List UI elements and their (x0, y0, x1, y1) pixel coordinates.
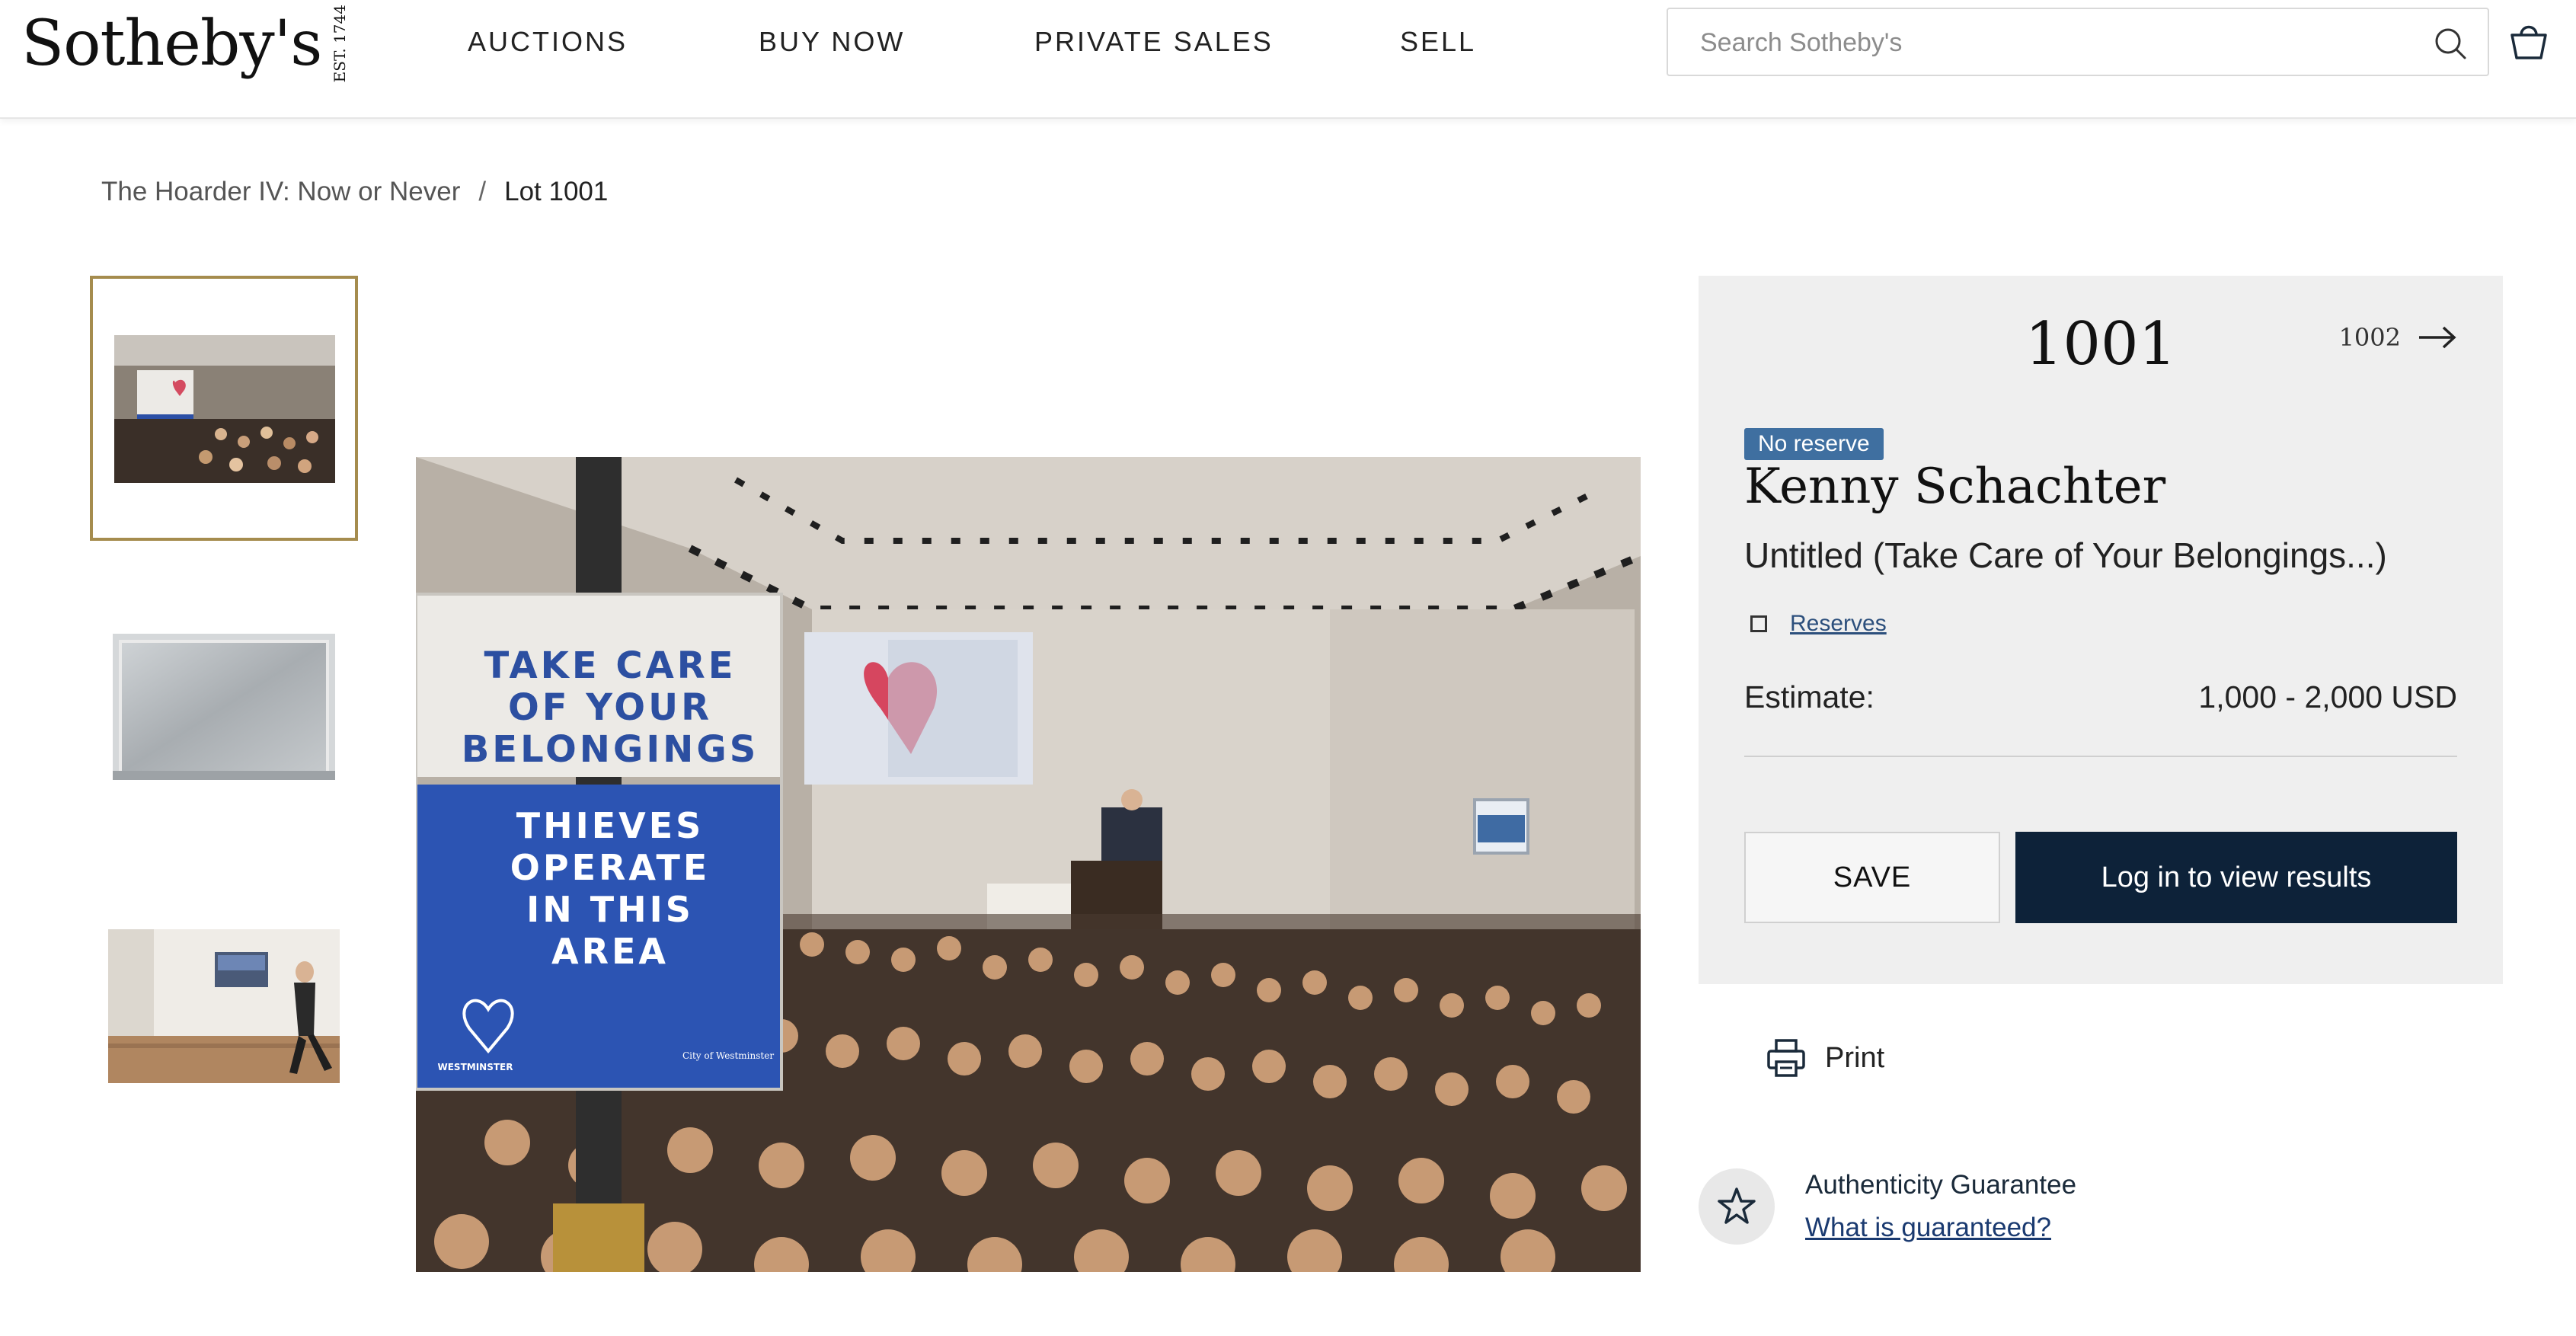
reserves-link[interactable]: Reserves (1790, 611, 1887, 637)
reserves-square-icon (1750, 615, 1767, 632)
print-button[interactable]: Print (1766, 1037, 1884, 1079)
lot-title: Untitled (Take Care of Your Belongings..… (1744, 535, 2387, 575)
logo-established: EST. 1744 (331, 4, 350, 83)
divider (1744, 756, 2457, 757)
search-box (1667, 8, 2489, 76)
login-to-view-results-button[interactable]: Log in to view results (2015, 832, 2457, 923)
authenticity-badge (1699, 1168, 1775, 1245)
printer-icon (1767, 1039, 1805, 1077)
search-input[interactable] (1699, 23, 2387, 62)
sothebys-logo[interactable]: Sotheby's EST. 1744 (21, 2, 350, 85)
search-icon[interactable] (2433, 26, 2468, 61)
next-lot-link[interactable]: 1002 (2339, 323, 2457, 352)
estimate-label: Estimate: (1744, 679, 1874, 714)
breadcrumb-separator: / (478, 177, 487, 206)
sign-line-6: IN THIS (526, 889, 694, 930)
thumbnail-auction-image (114, 335, 335, 483)
next-lot-number: 1002 (2338, 323, 2401, 352)
arrow-right-icon (2419, 326, 2456, 349)
estimate-value: 1,000 - 2,000 USD (2198, 679, 2457, 714)
thumbnail-2[interactable] (113, 634, 335, 780)
artist-name: Kenny Schachter (1744, 459, 2166, 515)
sign-line-3: BELONGINGS (462, 728, 759, 771)
breadcrumb-current: Lot 1001 (504, 177, 609, 206)
no-reserve-badge: No reserve (1744, 428, 1884, 460)
sign-line-5: OPERATE (510, 847, 711, 888)
nav-buy-now[interactable]: BUY NOW (759, 26, 905, 58)
thumbnail-1[interactable] (90, 276, 358, 541)
nav-private-sales[interactable]: PRIVATE SALES (1034, 26, 1274, 58)
sign-line-7: AREA (551, 931, 669, 972)
reserves-row: Reserves (1750, 611, 1887, 637)
sign-line-1: TAKE CARE (484, 644, 737, 687)
nav-sell[interactable]: SELL (1400, 26, 1476, 58)
sign-footer-left: WESTMINSTER (438, 1062, 513, 1072)
shopping-basket-icon[interactable] (2507, 20, 2550, 62)
print-label: Print (1825, 1041, 1885, 1074)
breadcrumb-sale-link[interactable]: The Hoarder IV: Now or Never (101, 177, 460, 207)
main-lot-image[interactable]: TAKE CARE OF YOUR BELONGINGS THIEVES OPE… (416, 457, 1641, 1272)
sign-line-4: THIEVES (516, 805, 705, 846)
lot-details-panel: 1001 1002 No reserve Kenny Schachter Unt… (1699, 276, 2503, 984)
nav-auctions[interactable]: AUCTIONS (468, 26, 628, 58)
sign-footer-right: City of Westminster (682, 1050, 774, 1061)
thumbnail-silver-frame-image (113, 634, 335, 780)
logo-wordmark: Sotheby's (21, 7, 322, 80)
thumbnail-gallery-image (108, 929, 340, 1083)
what-is-guaranteed-link[interactable]: What is guaranteed? (1805, 1213, 2051, 1243)
star-icon (1718, 1187, 1756, 1224)
site-header: Sotheby's EST. 1744 AUCTIONS BUY NOW PRI… (0, 0, 2576, 119)
auction-room-photo: TAKE CARE OF YOUR BELONGINGS THIEVES OPE… (416, 457, 1641, 1272)
sign-line-2: OF YOUR (508, 686, 712, 729)
save-button[interactable]: SAVE (1744, 832, 2000, 923)
breadcrumb: The Hoarder IV: Now or Never / Lot 1001 (101, 177, 608, 207)
thumbnail-3[interactable] (108, 929, 340, 1083)
authenticity-title: Authenticity Guarantee (1805, 1170, 2077, 1200)
